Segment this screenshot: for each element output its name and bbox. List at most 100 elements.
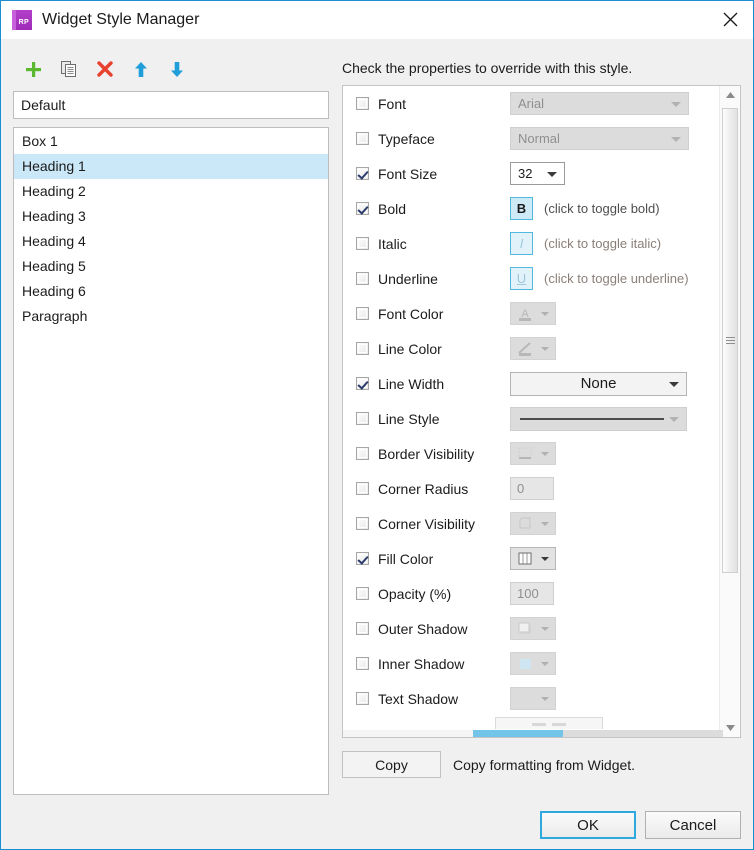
style-list[interactable]: Box 1 Heading 1 Heading 2 Heading 3 Head… — [13, 127, 329, 795]
bold-toggle-button[interactable]: B — [510, 197, 533, 220]
delete-style-button[interactable] — [90, 54, 120, 84]
clipped-control-segment — [532, 723, 546, 726]
bold-icon: B — [516, 201, 527, 216]
list-item-label: Heading 3 — [22, 208, 86, 224]
widget-style-manager-dialog: RP Widget Style Manager Default Box 1 He… — [0, 0, 754, 850]
scroll-up-button[interactable] — [720, 86, 740, 104]
typeface-value: Normal — [518, 131, 560, 146]
font-color-icon: A — [515, 306, 535, 322]
checkbox-inner-shadow[interactable] — [356, 657, 369, 670]
chevron-down-icon — [541, 556, 549, 561]
line-color-button[interactable] — [510, 337, 556, 360]
app-icon-accent-bar — [12, 10, 16, 30]
properties-scroll-content: Font Arial Typeface Normal Font Size 32 … — [343, 86, 719, 729]
checkbox-opacity[interactable] — [356, 587, 369, 600]
checkbox-text-shadow[interactable] — [356, 692, 369, 705]
fill-color-button[interactable] — [510, 547, 556, 570]
list-item[interactable]: Heading 6 — [14, 279, 328, 304]
line-width-dropdown[interactable]: None — [510, 371, 687, 396]
move-up-button[interactable] — [126, 54, 156, 84]
horizontal-scroll-thumb[interactable] — [473, 730, 563, 737]
property-label: Corner Radius — [378, 480, 469, 497]
chevron-down-icon — [541, 661, 549, 666]
property-label: Underline — [378, 270, 438, 287]
list-item[interactable]: Heading 3 — [14, 204, 328, 229]
inner-shadow-button[interactable] — [510, 652, 556, 675]
vertical-scroll-thumb[interactable] — [722, 108, 738, 573]
property-label: Line Width — [378, 375, 445, 392]
styles-toolbar — [13, 51, 329, 87]
italic-toggle-button[interactable]: I — [510, 232, 533, 255]
corner-radius-input[interactable]: 0 — [510, 477, 554, 500]
properties-frame: Font Arial Typeface Normal Font Size 32 … — [342, 85, 741, 738]
typeface-dropdown[interactable]: Normal — [510, 127, 689, 150]
list-item-label: Heading 4 — [22, 233, 86, 249]
chevron-down-icon — [541, 696, 549, 701]
duplicate-style-button[interactable] — [54, 54, 84, 84]
checkbox-fill-color[interactable] — [356, 552, 369, 565]
property-row-line-width: Line Width None — [343, 366, 719, 401]
list-item[interactable]: Heading 5 — [14, 254, 328, 279]
property-row-underline: Underline U (click to toggle underline) — [343, 261, 719, 296]
ok-button[interactable]: OK — [540, 811, 636, 839]
chevron-down-icon — [541, 311, 549, 316]
list-item[interactable]: Paragraph — [14, 304, 328, 329]
app-icon-label: RP — [18, 19, 29, 26]
text-shadow-icon: A — [515, 691, 535, 707]
checkbox-line-color[interactable] — [356, 342, 369, 355]
checkbox-border-visibility[interactable] — [356, 447, 369, 460]
property-row-typeface: Typeface Normal — [343, 121, 719, 156]
checkbox-typeface[interactable] — [356, 132, 369, 145]
scroll-thumb-grip — [726, 336, 735, 346]
font-size-dropdown[interactable]: 32 — [510, 162, 565, 185]
italic-icon: I — [519, 236, 524, 251]
properties-horizontal-scrollbar[interactable] — [343, 730, 723, 737]
property-row-outer-shadow: Outer Shadow — [343, 611, 719, 646]
svg-text:A: A — [521, 692, 529, 706]
scroll-down-button[interactable] — [720, 719, 740, 737]
font-family-value: Arial — [518, 96, 545, 111]
app-icon: RP — [12, 10, 32, 30]
text-shadow-button[interactable]: A — [510, 687, 556, 710]
delete-x-icon — [97, 61, 113, 77]
font-size-value: 32 — [518, 166, 533, 181]
cancel-button[interactable]: Cancel — [645, 811, 741, 839]
property-row-fill-color: Fill Color — [343, 541, 719, 576]
checkbox-font-size[interactable] — [356, 167, 369, 180]
style-name-input[interactable]: Default — [13, 91, 329, 119]
checkbox-font-color[interactable] — [356, 307, 369, 320]
opacity-input[interactable]: 100 — [510, 582, 554, 605]
border-visibility-button[interactable] — [510, 442, 556, 465]
line-style-dropdown[interactable] — [510, 406, 687, 431]
add-style-button[interactable] — [18, 54, 48, 84]
checkbox-corner-radius[interactable] — [356, 482, 369, 495]
list-item[interactable]: Heading 2 — [14, 179, 328, 204]
scroll-up-icon — [725, 92, 735, 98]
checkbox-italic[interactable] — [356, 237, 369, 250]
move-down-button[interactable] — [162, 54, 192, 84]
plus-icon — [25, 61, 41, 77]
checkbox-bold[interactable] — [356, 202, 369, 215]
underline-toggle-button[interactable]: U — [510, 267, 533, 290]
list-item[interactable]: Heading 1 — [14, 154, 328, 179]
close-button[interactable] — [707, 1, 753, 38]
checkbox-line-width[interactable] — [356, 377, 369, 390]
font-family-dropdown[interactable]: Arial — [510, 92, 689, 115]
copy-button[interactable]: Copy — [342, 751, 441, 778]
list-item-label: Heading 5 — [22, 258, 86, 274]
property-row-line-style: Line Style — [343, 401, 719, 436]
checkbox-line-style[interactable] — [356, 412, 369, 425]
properties-vertical-scrollbar[interactable] — [719, 86, 740, 737]
font-color-button[interactable]: A — [510, 302, 556, 325]
list-item[interactable]: Box 1 — [14, 129, 328, 154]
outer-shadow-button[interactable] — [510, 617, 556, 640]
checkbox-font[interactable] — [356, 97, 369, 110]
list-item[interactable]: Heading 4 — [14, 229, 328, 254]
checkbox-corner-visibility[interactable] — [356, 517, 369, 530]
checkbox-underline[interactable] — [356, 272, 369, 285]
underline-hint: (click to toggle underline) — [544, 271, 689, 286]
line-color-icon — [515, 341, 535, 357]
chevron-down-icon — [541, 626, 549, 631]
checkbox-outer-shadow[interactable] — [356, 622, 369, 635]
corner-visibility-button[interactable] — [510, 512, 556, 535]
